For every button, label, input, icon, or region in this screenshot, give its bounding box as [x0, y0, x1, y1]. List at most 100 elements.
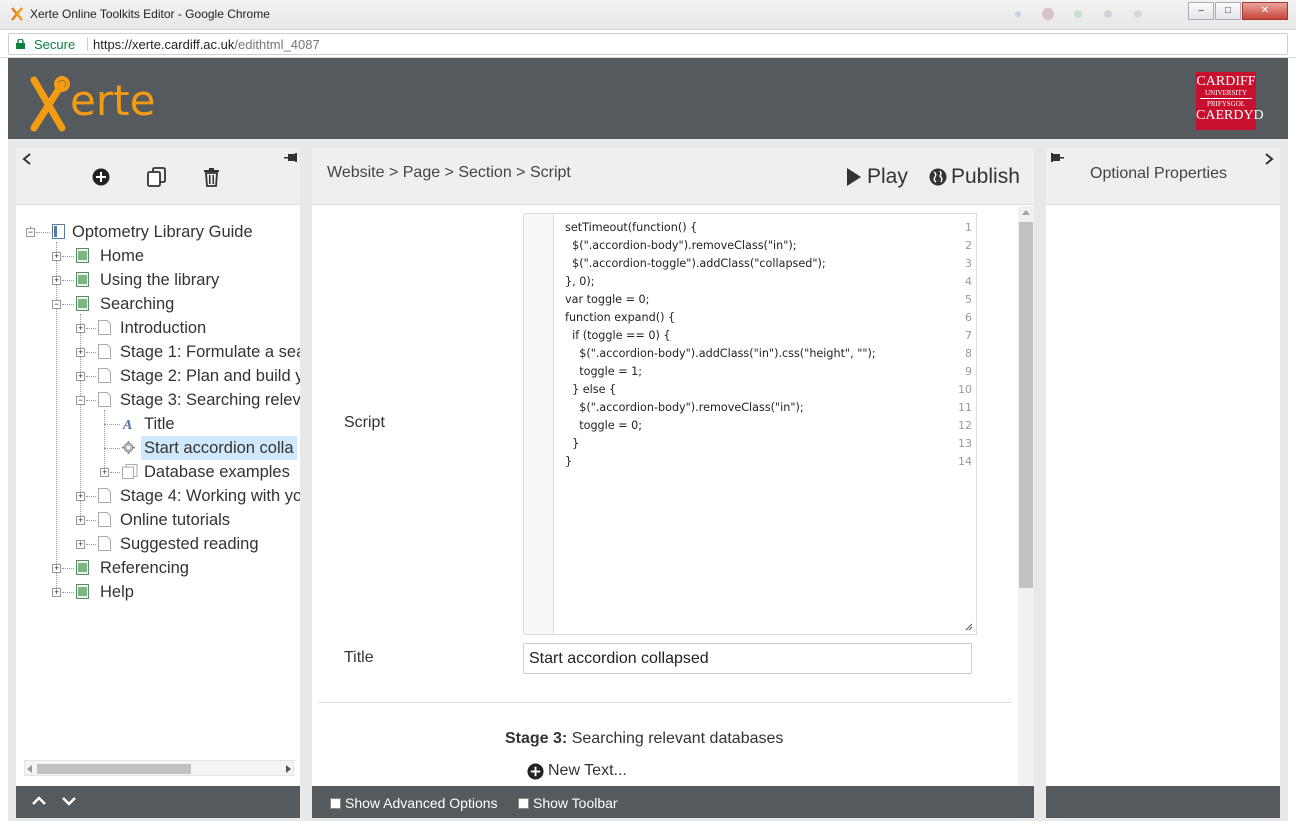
- tree-expander[interactable]: −: [76, 396, 85, 405]
- tree-expander[interactable]: +: [76, 540, 85, 549]
- scrollbar-thumb[interactable]: [1019, 222, 1033, 588]
- tree-item-introduction[interactable]: + Introduction: [16, 316, 300, 340]
- tree-guide: [62, 304, 74, 305]
- page-blank-icon: [98, 392, 111, 407]
- tree-guide: [62, 256, 74, 257]
- tree-item-stage-1[interactable]: + Stage 1: Formulate a sea: [16, 340, 300, 364]
- new-text-label: New Text...: [548, 762, 627, 779]
- globe-icon: [929, 168, 947, 186]
- page-green-icon: [76, 296, 89, 311]
- tree-expander[interactable]: −: [52, 300, 61, 309]
- page-blank-icon: [98, 536, 111, 551]
- line-number: 3: [965, 257, 972, 270]
- tree-item-help[interactable]: + Help: [16, 580, 300, 604]
- page-green-icon: [76, 248, 89, 263]
- url-field[interactable]: Secure https://xerte.cardiff.ac.uk/edith…: [8, 33, 1288, 55]
- code-line: $(".accordion-toggle").addClass("collaps…: [565, 257, 826, 270]
- tree-guide: [86, 496, 96, 497]
- maximize-button[interactable]: □: [1215, 2, 1241, 20]
- line-number: 8: [965, 347, 972, 360]
- tree-item-using-the-library[interactable]: + Using the library: [16, 268, 300, 292]
- title-field[interactable]: Start accordion collapsed: [523, 643, 972, 674]
- pin-icon[interactable]: [284, 152, 298, 164]
- play-icon: [847, 168, 861, 186]
- xerte-logo[interactable]: erte: [26, 70, 166, 134]
- delete-icon[interactable]: [203, 167, 220, 187]
- page-blank-icon: [98, 320, 111, 335]
- secure-label: Secure: [34, 37, 76, 52]
- move-up-icon[interactable]: [32, 796, 46, 806]
- tree-item-suggested-reading[interactable]: + Suggested reading: [16, 532, 300, 556]
- tree-item-title[interactable]: A Title: [16, 412, 300, 436]
- editor-vertical-scrollbar[interactable]: [1018, 206, 1034, 786]
- collapse-right-icon[interactable]: [1264, 153, 1274, 165]
- tree-item-optometry-library-guide[interactable]: − Optometry Library Guide: [16, 220, 300, 244]
- tree-expander[interactable]: +: [100, 468, 109, 477]
- line-number: 10: [958, 383, 972, 396]
- tree-expander[interactable]: +: [76, 492, 85, 501]
- tree-guide: [62, 280, 74, 281]
- show-advanced-options-checkbox[interactable]: Show Advanced Options: [330, 795, 498, 811]
- tree-item-label: Using the library: [100, 271, 220, 289]
- move-down-icon[interactable]: [62, 796, 76, 806]
- pin-icon[interactable]: [1050, 152, 1064, 164]
- tree-item-label: Introduction: [120, 319, 207, 337]
- tree-item-label: Online tutorials: [120, 511, 231, 529]
- tree-item-stage-2[interactable]: + Stage 2: Plan and build y: [16, 364, 300, 388]
- checkbox-box[interactable]: [518, 797, 529, 809]
- scroll-right-arrow-icon[interactable]: [285, 765, 291, 773]
- publish-button[interactable]: Publish: [929, 165, 1020, 189]
- add-icon[interactable]: [92, 168, 110, 186]
- tree-item-home[interactable]: + Home: [16, 244, 300, 268]
- scroll-left-arrow-icon[interactable]: [27, 765, 33, 773]
- title-label: Title: [344, 649, 374, 666]
- close-window-button[interactable]: ✕: [1242, 2, 1288, 20]
- tree-horizontal-scrollbar[interactable]: [24, 760, 294, 776]
- scrollbar-thumb[interactable]: [37, 764, 191, 774]
- optional-properties-header: Optional Properties: [1046, 148, 1280, 205]
- play-button[interactable]: Play: [846, 165, 908, 189]
- tree-expander[interactable]: +: [52, 564, 61, 573]
- tree-item-label: Title: [144, 415, 175, 433]
- tree-expander[interactable]: +: [52, 276, 61, 285]
- tree-expander[interactable]: +: [52, 252, 61, 261]
- tree-expander[interactable]: +: [76, 324, 85, 333]
- tree-item-stage-3[interactable]: − Stage 3: Searching relev: [16, 388, 300, 412]
- tree-expander[interactable]: +: [76, 372, 85, 381]
- show-toolbar-label: Show Toolbar: [533, 795, 618, 811]
- line-number: 6: [965, 311, 972, 324]
- tree-item-label: Stage 1: Formulate a sea: [120, 343, 300, 361]
- code-line: $(".accordion-body").removeClass("in");: [565, 401, 804, 414]
- tree-item-database-examples[interactable]: + Database examples: [16, 460, 300, 484]
- page-blank-icon: [98, 488, 111, 503]
- show-toolbar-checkbox[interactable]: Show Toolbar: [518, 795, 618, 811]
- tree-expander[interactable]: −: [26, 228, 35, 237]
- scroll-up-arrow-icon[interactable]: [1022, 210, 1030, 215]
- tree-item-label: Optometry Library Guide: [72, 223, 253, 241]
- uni-logo-line3: PRIFYSGOL: [1206, 100, 1246, 108]
- tree-item-label: Referencing: [100, 559, 189, 577]
- duplicate-icon[interactable]: [146, 166, 168, 188]
- tree-item-referencing[interactable]: + Referencing: [16, 556, 300, 580]
- tree-item-searching[interactable]: − Searching: [16, 292, 300, 316]
- line-number: 1: [965, 221, 972, 234]
- minimize-button[interactable]: ‒: [1188, 2, 1214, 20]
- tree-item-start-accordion[interactable]: Start accordion colla: [16, 436, 300, 460]
- new-text-button[interactable]: New Text...: [527, 762, 627, 780]
- url-text[interactable]: https://xerte.cardiff.ac.uk/edithtml_408…: [93, 37, 320, 52]
- collapse-left-icon[interactable]: [22, 153, 32, 165]
- tree-expander[interactable]: +: [76, 348, 85, 357]
- checkbox-box[interactable]: [330, 797, 341, 809]
- tree-item-label: Help: [100, 583, 134, 601]
- window-titlebar: Xerte Online Toolkits Editor - Google Ch…: [0, 0, 1296, 30]
- script-code-editor[interactable]: 1 2 3 4 5 6 7 8 9 10 11 12 13 14 setTime…: [523, 213, 977, 635]
- url-path: /edithtml_4087: [234, 37, 320, 52]
- tree-expander[interactable]: +: [76, 516, 85, 525]
- structure-toolbar: [16, 148, 300, 205]
- tree-item-stage-4[interactable]: + Stage 4: Working with yo: [16, 484, 300, 508]
- resize-grip-icon[interactable]: [965, 623, 973, 631]
- tree-expander[interactable]: +: [52, 588, 61, 597]
- tree-item-online-tutorials[interactable]: + Online tutorials: [16, 508, 300, 532]
- structure-tree: − Optometry Library Guide + Home + Using…: [16, 206, 300, 756]
- publish-label: Publish: [951, 165, 1020, 188]
